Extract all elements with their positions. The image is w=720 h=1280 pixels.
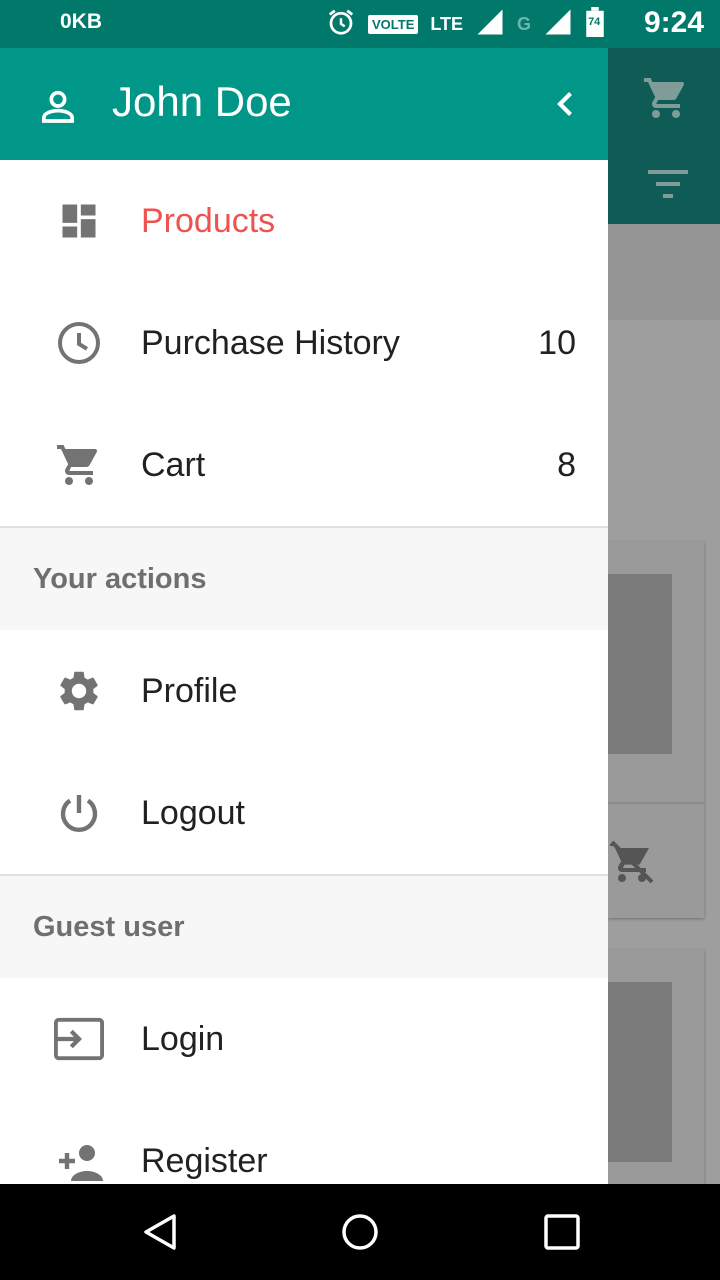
back-button[interactable] xyxy=(140,1212,180,1252)
volte-badge: VOLTE xyxy=(368,14,419,34)
home-button[interactable] xyxy=(340,1212,380,1252)
product-image xyxy=(608,982,672,1162)
section-header-guest-user: Guest user xyxy=(0,876,608,978)
network-g-indicator: G xyxy=(517,13,532,34)
cart-count: 8 xyxy=(557,445,576,484)
purchase-history-count: 10 xyxy=(538,323,576,362)
add-user-icon xyxy=(54,1136,104,1184)
recents-button[interactable] xyxy=(542,1212,582,1252)
battery-icon: 74 xyxy=(585,6,605,42)
card-divider xyxy=(608,802,704,804)
drawer-item-label: Products xyxy=(141,201,276,240)
product-card xyxy=(608,950,704,1184)
login-icon xyxy=(54,1014,104,1064)
drawer-item-products[interactable]: Products xyxy=(0,160,608,282)
status-bar: 0KB VOLTE LTE G 74 9:24 xyxy=(0,0,720,48)
user-name: John Doe xyxy=(112,78,292,125)
history-icon xyxy=(54,318,104,368)
drawer-item-register[interactable]: Register xyxy=(0,1100,608,1184)
battery-level: 74 xyxy=(588,15,601,28)
gear-icon xyxy=(54,666,104,716)
system-navigation-bar xyxy=(0,1184,720,1280)
drawer-header: John Doe xyxy=(0,48,608,160)
data-counter: 0KB xyxy=(60,10,103,33)
drawer-item-label: Cart xyxy=(141,445,206,484)
signal-icon xyxy=(475,7,505,42)
drawer-item-label: Purchase History xyxy=(141,323,400,362)
drawer-item-label: Login xyxy=(141,1019,225,1058)
status-icons: VOLTE LTE G 74 xyxy=(326,6,617,42)
signal-icon xyxy=(543,7,573,42)
drawer-item-logout[interactable]: Logout xyxy=(0,752,608,874)
product-card xyxy=(608,542,704,918)
drawer-item-cart[interactable]: Cart 8 xyxy=(0,404,608,526)
close-drawer-button[interactable] xyxy=(548,86,584,122)
lte-indicator: LTE xyxy=(430,14,464,34)
drawer-item-purchase-history[interactable]: Purchase History 10 xyxy=(0,282,608,404)
product-image xyxy=(608,574,672,754)
power-icon xyxy=(54,788,104,838)
section-header-your-actions: Your actions xyxy=(0,528,608,630)
remove-from-cart-icon[interactable] xyxy=(608,838,656,891)
drawer-item-label: Profile xyxy=(141,671,238,710)
drawer-item-profile[interactable]: Profile xyxy=(0,630,608,752)
alarm-icon xyxy=(326,7,356,42)
cart-icon xyxy=(54,440,104,490)
drawer-item-label: Register xyxy=(141,1141,268,1180)
dashboard-icon xyxy=(54,196,104,246)
cart-icon[interactable] xyxy=(642,74,690,127)
clock: 9:24 xyxy=(643,6,704,39)
drawer-item-label: Logout xyxy=(141,793,245,832)
navigation-drawer: John Doe Products Purchase History 10 Ca… xyxy=(0,48,608,1184)
app-subbar xyxy=(608,224,720,320)
filter-icon[interactable] xyxy=(648,168,688,205)
drawer-item-login[interactable]: Login xyxy=(0,978,608,1100)
user-icon xyxy=(38,86,78,131)
app-toolbar xyxy=(608,48,720,224)
